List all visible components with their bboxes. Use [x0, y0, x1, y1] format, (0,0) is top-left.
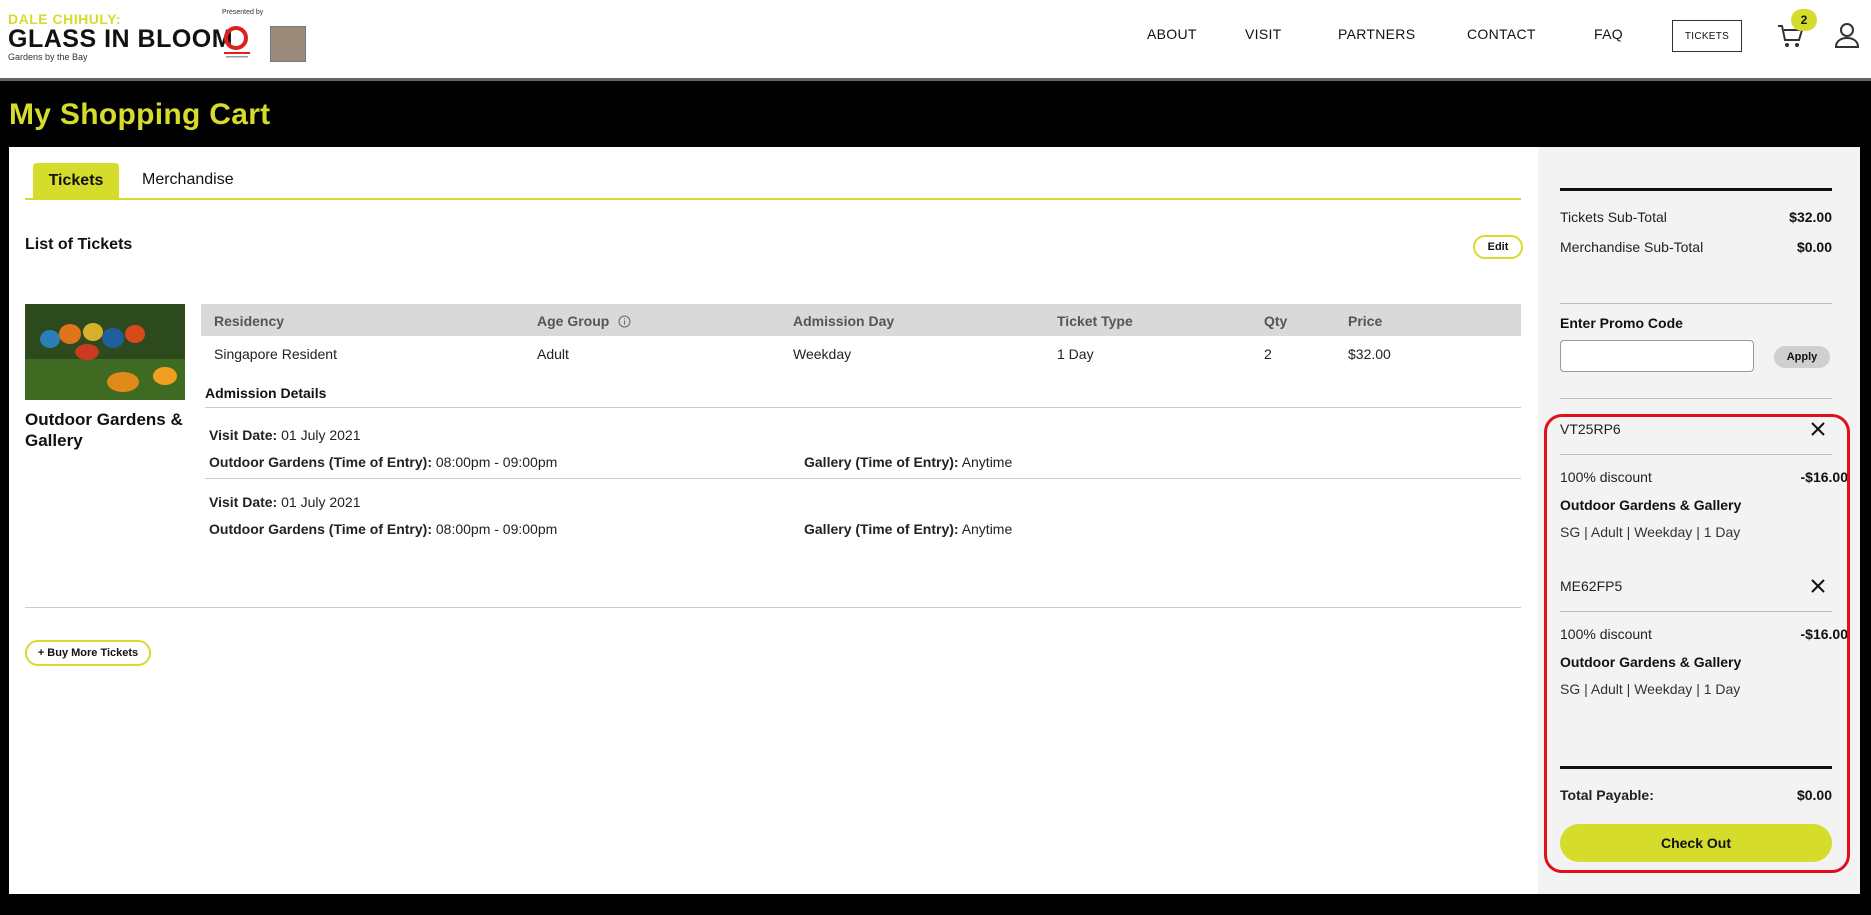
- divider: [1560, 454, 1832, 455]
- product-name: Outdoor Gardens & Gallery: [25, 410, 183, 450]
- visit-date-2: Visit Date: 01 July 2021: [209, 494, 361, 510]
- garden-entry-label: Outdoor Gardens (Time of Entry):: [209, 521, 432, 537]
- col-ticket-type: Ticket Type: [1057, 313, 1133, 329]
- summary-top-rule: [1560, 188, 1832, 191]
- visit-date-label: Visit Date:: [209, 427, 278, 443]
- col-age-group: Age Group: [537, 313, 631, 329]
- total-payable-label: Total Payable:: [1560, 787, 1654, 803]
- page-title: My Shopping Cart: [9, 98, 271, 131]
- sponsor-logo-icon: [224, 26, 250, 58]
- divider: [1560, 398, 1832, 399]
- close-icon[interactable]: [1810, 578, 1826, 594]
- promo-2-product: Outdoor Gardens & Gallery: [1560, 654, 1742, 670]
- nav-visit[interactable]: VISIT: [1245, 26, 1282, 42]
- cell-ticket-type: 1 Day: [1057, 346, 1094, 362]
- ticket-table-header: Residency Age Group Admission Day Ticket…: [201, 304, 1521, 336]
- nav-about[interactable]: ABOUT: [1147, 26, 1197, 42]
- tab-tickets-label: Tickets: [48, 172, 104, 189]
- col-price: Price: [1348, 313, 1383, 329]
- gallery-entry-value: Anytime: [961, 521, 1013, 537]
- nav-partners[interactable]: PARTNERS: [1338, 26, 1415, 42]
- tickets-subtotal-label: Tickets Sub-Total: [1560, 209, 1667, 225]
- cell-qty: 2: [1264, 346, 1272, 362]
- promo-code-label: Enter Promo Code: [1560, 315, 1683, 331]
- visit-date-label: Visit Date:: [209, 494, 278, 510]
- tabs-underline: [25, 198, 1521, 200]
- site-logo[interactable]: DALE CHIHULY: GLASS IN BLOOM Gardens by …: [8, 12, 233, 62]
- promo-2-details: SG | Adult | Weekday | 1 Day: [1560, 681, 1741, 697]
- total-payable-value: $0.00: [1796, 787, 1832, 803]
- cart-main-panel: Tickets Merchandise List of Tickets Edit…: [9, 147, 1538, 894]
- promo-1-discount-label: 100% discount: [1560, 469, 1652, 485]
- visit-date-1: Visit Date: 01 July 2021: [209, 427, 361, 443]
- tab-merchandise[interactable]: Merchandise: [142, 171, 234, 189]
- visit-date-value: 01 July 2021: [281, 494, 361, 510]
- garden-entry-label: Outdoor Gardens (Time of Entry):: [209, 454, 432, 470]
- edit-button[interactable]: Edit: [1473, 235, 1523, 259]
- promo-code-1: VT25RP6: [1560, 421, 1621, 437]
- divider: [205, 407, 1521, 408]
- promo-2-discount-amount: -$16.00: [1800, 626, 1848, 642]
- admission-details-title: Admission Details: [205, 385, 327, 401]
- promo-1-product: Outdoor Gardens & Gallery: [1560, 497, 1742, 513]
- logo-line3: Gardens by the Bay: [8, 52, 88, 62]
- cell-age-group: Adult: [537, 346, 569, 362]
- garden-entry-value: 08:00pm - 09:00pm: [435, 454, 558, 470]
- gallery-entry-1: Gallery (Time of Entry): Anytime: [804, 454, 1012, 470]
- divider: [1560, 303, 1832, 304]
- nav-contact[interactable]: CONTACT: [1467, 26, 1536, 42]
- user-icon[interactable]: [1834, 22, 1860, 48]
- gallery-entry-2: Gallery (Time of Entry): Anytime: [804, 521, 1012, 537]
- merch-subtotal-value: $0.00: [1796, 239, 1832, 255]
- gallery-entry-value: Anytime: [961, 454, 1013, 470]
- cart-count-badge: 2: [1791, 9, 1817, 31]
- col-age-group-label: Age Group: [537, 313, 610, 329]
- garden-entry-2: Outdoor Gardens (Time of Entry): 08:00pm…: [209, 521, 557, 537]
- visit-date-value: 01 July 2021: [281, 427, 361, 443]
- cell-price: $32.00: [1348, 346, 1391, 362]
- gallery-entry-label: Gallery (Time of Entry):: [804, 454, 959, 470]
- checkout-button[interactable]: Check Out: [1560, 824, 1832, 862]
- apply-promo-button[interactable]: Apply: [1774, 346, 1830, 368]
- promo-1-details: SG | Adult | Weekday | 1 Day: [1560, 524, 1741, 540]
- logo-line1: DALE CHIHULY:: [8, 11, 122, 27]
- col-admission-day: Admission Day: [793, 313, 895, 329]
- col-residency: Residency: [214, 313, 285, 329]
- col-qty: Qty: [1264, 313, 1288, 329]
- product-image: [25, 304, 185, 400]
- garden-entry-value: 08:00pm - 09:00pm: [435, 521, 558, 537]
- promo-1-discount-amount: -$16.00: [1800, 469, 1848, 485]
- cell-residency: Singapore Resident: [214, 346, 337, 362]
- buy-more-tickets-button[interactable]: + Buy More Tickets: [25, 640, 151, 666]
- tickets-button-label: TICKETS: [1684, 30, 1730, 42]
- promo-2-discount-label: 100% discount: [1560, 626, 1652, 642]
- order-summary-panel: Tickets Sub-Total $32.00 Merchandise Sub…: [1538, 147, 1860, 894]
- divider: [205, 478, 1521, 479]
- promo-code-input[interactable]: [1560, 340, 1754, 372]
- info-icon[interactable]: [618, 315, 631, 328]
- sponsor-logo-2-icon: [270, 26, 306, 62]
- cell-admission-day: Weekday: [793, 346, 852, 362]
- list-title: List of Tickets: [25, 236, 133, 253]
- divider: [25, 607, 1521, 608]
- divider: [1560, 611, 1832, 612]
- garden-entry-1: Outdoor Gardens (Time of Entry): 08:00pm…: [209, 454, 557, 470]
- tab-tickets[interactable]: Tickets: [33, 163, 119, 199]
- total-rule: [1560, 766, 1832, 769]
- tickets-button[interactable]: TICKETS: [1672, 20, 1742, 52]
- nav-faq[interactable]: FAQ: [1594, 26, 1623, 42]
- tickets-subtotal-value: $32.00: [1789, 209, 1832, 225]
- close-icon[interactable]: [1810, 421, 1826, 437]
- presented-by: Presented by: [222, 9, 264, 16]
- gallery-entry-label: Gallery (Time of Entry):: [804, 521, 959, 537]
- top-header: DALE CHIHULY: GLASS IN BLOOM Gardens by …: [0, 0, 1871, 81]
- merch-subtotal-label: Merchandise Sub-Total: [1560, 239, 1704, 255]
- promo-code-2: ME62FP5: [1560, 578, 1623, 594]
- logo-line2: GLASS IN BLOOM: [8, 25, 234, 53]
